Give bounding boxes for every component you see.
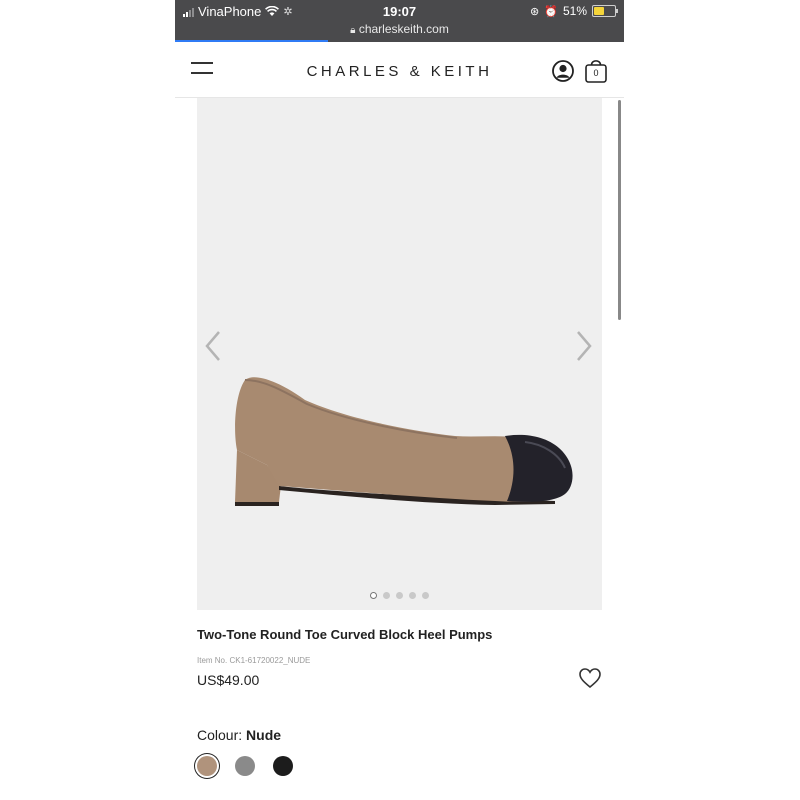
swatch-nude[interactable] [197, 756, 217, 776]
swatch-grey[interactable] [235, 756, 255, 776]
user-icon[interactable] [552, 60, 574, 82]
swatch-black[interactable] [273, 756, 293, 776]
site-header: CHARLES & KEITH 0 [175, 42, 624, 98]
gallery-dot-1[interactable] [370, 592, 377, 599]
colour-selector-label: Colour: Nude [197, 727, 281, 743]
chevron-left-icon[interactable] [201, 326, 225, 366]
gallery-dot-2[interactable] [383, 592, 390, 599]
gallery-pagination[interactable] [197, 592, 602, 599]
product-price: US$49.00 [197, 672, 260, 688]
chevron-right-icon[interactable] [572, 326, 596, 366]
alarm-icon: ⏰ [544, 5, 558, 18]
bag-icon[interactable]: 0 [584, 58, 608, 84]
colour-label: Colour: [197, 727, 243, 743]
item-number: Item No. CK1-61720022_NUDE [197, 656, 311, 665]
product-image-gallery[interactable] [197, 98, 602, 610]
lock-icon: 🔒︎ [350, 25, 356, 36]
battery-icon [592, 5, 618, 17]
gallery-dot-3[interactable] [396, 592, 403, 599]
scrollbar[interactable] [618, 100, 621, 320]
url-text: charleskeith.com [358, 22, 449, 36]
gallery-dot-5[interactable] [422, 592, 429, 599]
colour-swatches [197, 756, 293, 776]
status-right: ⊛ ⏰ 51% [530, 4, 618, 18]
product-image-shoe [235, 377, 573, 506]
status-bar: VinaPhone ✲ 19:07 ⊛ ⏰ 51% 🔒︎ charleskeit… [175, 0, 624, 42]
address-bar[interactable]: 🔒︎ charleskeith.com [175, 22, 624, 36]
product-title: Two-Tone Round Toe Curved Block Heel Pum… [197, 627, 493, 642]
colour-value: Nude [246, 727, 282, 743]
heart-icon[interactable] [578, 667, 602, 689]
phone-screen: VinaPhone ✲ 19:07 ⊛ ⏰ 51% 🔒︎ charleskeit… [175, 0, 624, 800]
orientation-lock-icon: ⊛ [530, 5, 540, 18]
battery-percent: 51% [562, 4, 587, 18]
bag-count-badge: 0 [593, 68, 599, 78]
gallery-dot-4[interactable] [409, 592, 416, 599]
